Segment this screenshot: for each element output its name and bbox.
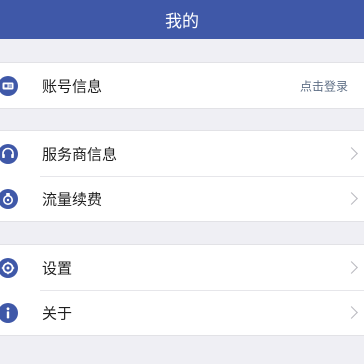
chevron-right-icon: [345, 146, 358, 160]
chevron-right-icon: [345, 305, 358, 319]
info-icon: [0, 302, 18, 323]
headset-icon: [0, 143, 18, 164]
account-info-label: 账号信息: [42, 77, 103, 95]
renew-icon: [0, 188, 18, 209]
chevron-right-icon: [345, 191, 358, 205]
account-info-row[interactable]: 账号信息 点击登录: [0, 63, 364, 108]
settings-row[interactable]: 设置: [0, 245, 364, 290]
provider-info-row[interactable]: 服务商信息: [0, 131, 364, 176]
data-renewal-label: 流量续费: [42, 190, 103, 208]
about-label: 关于: [42, 304, 73, 322]
account-section: 账号信息 点击登录: [0, 62, 364, 109]
title-bar: 我的: [0, 0, 364, 39]
service-section: 服务商信息 流量续费: [0, 130, 364, 222]
data-renewal-row[interactable]: 流量续费: [0, 176, 364, 221]
login-link[interactable]: 点击登录: [300, 77, 348, 94]
gear-icon: [0, 257, 18, 278]
chevron-right-icon: [345, 260, 358, 274]
page-title: 我的: [165, 12, 199, 32]
settings-label: 设置: [42, 259, 73, 277]
account-card-icon: [0, 75, 18, 96]
about-row[interactable]: 关于: [0, 290, 364, 335]
settings-section: 设置 关于: [0, 244, 364, 336]
provider-info-label: 服务商信息: [42, 145, 118, 163]
